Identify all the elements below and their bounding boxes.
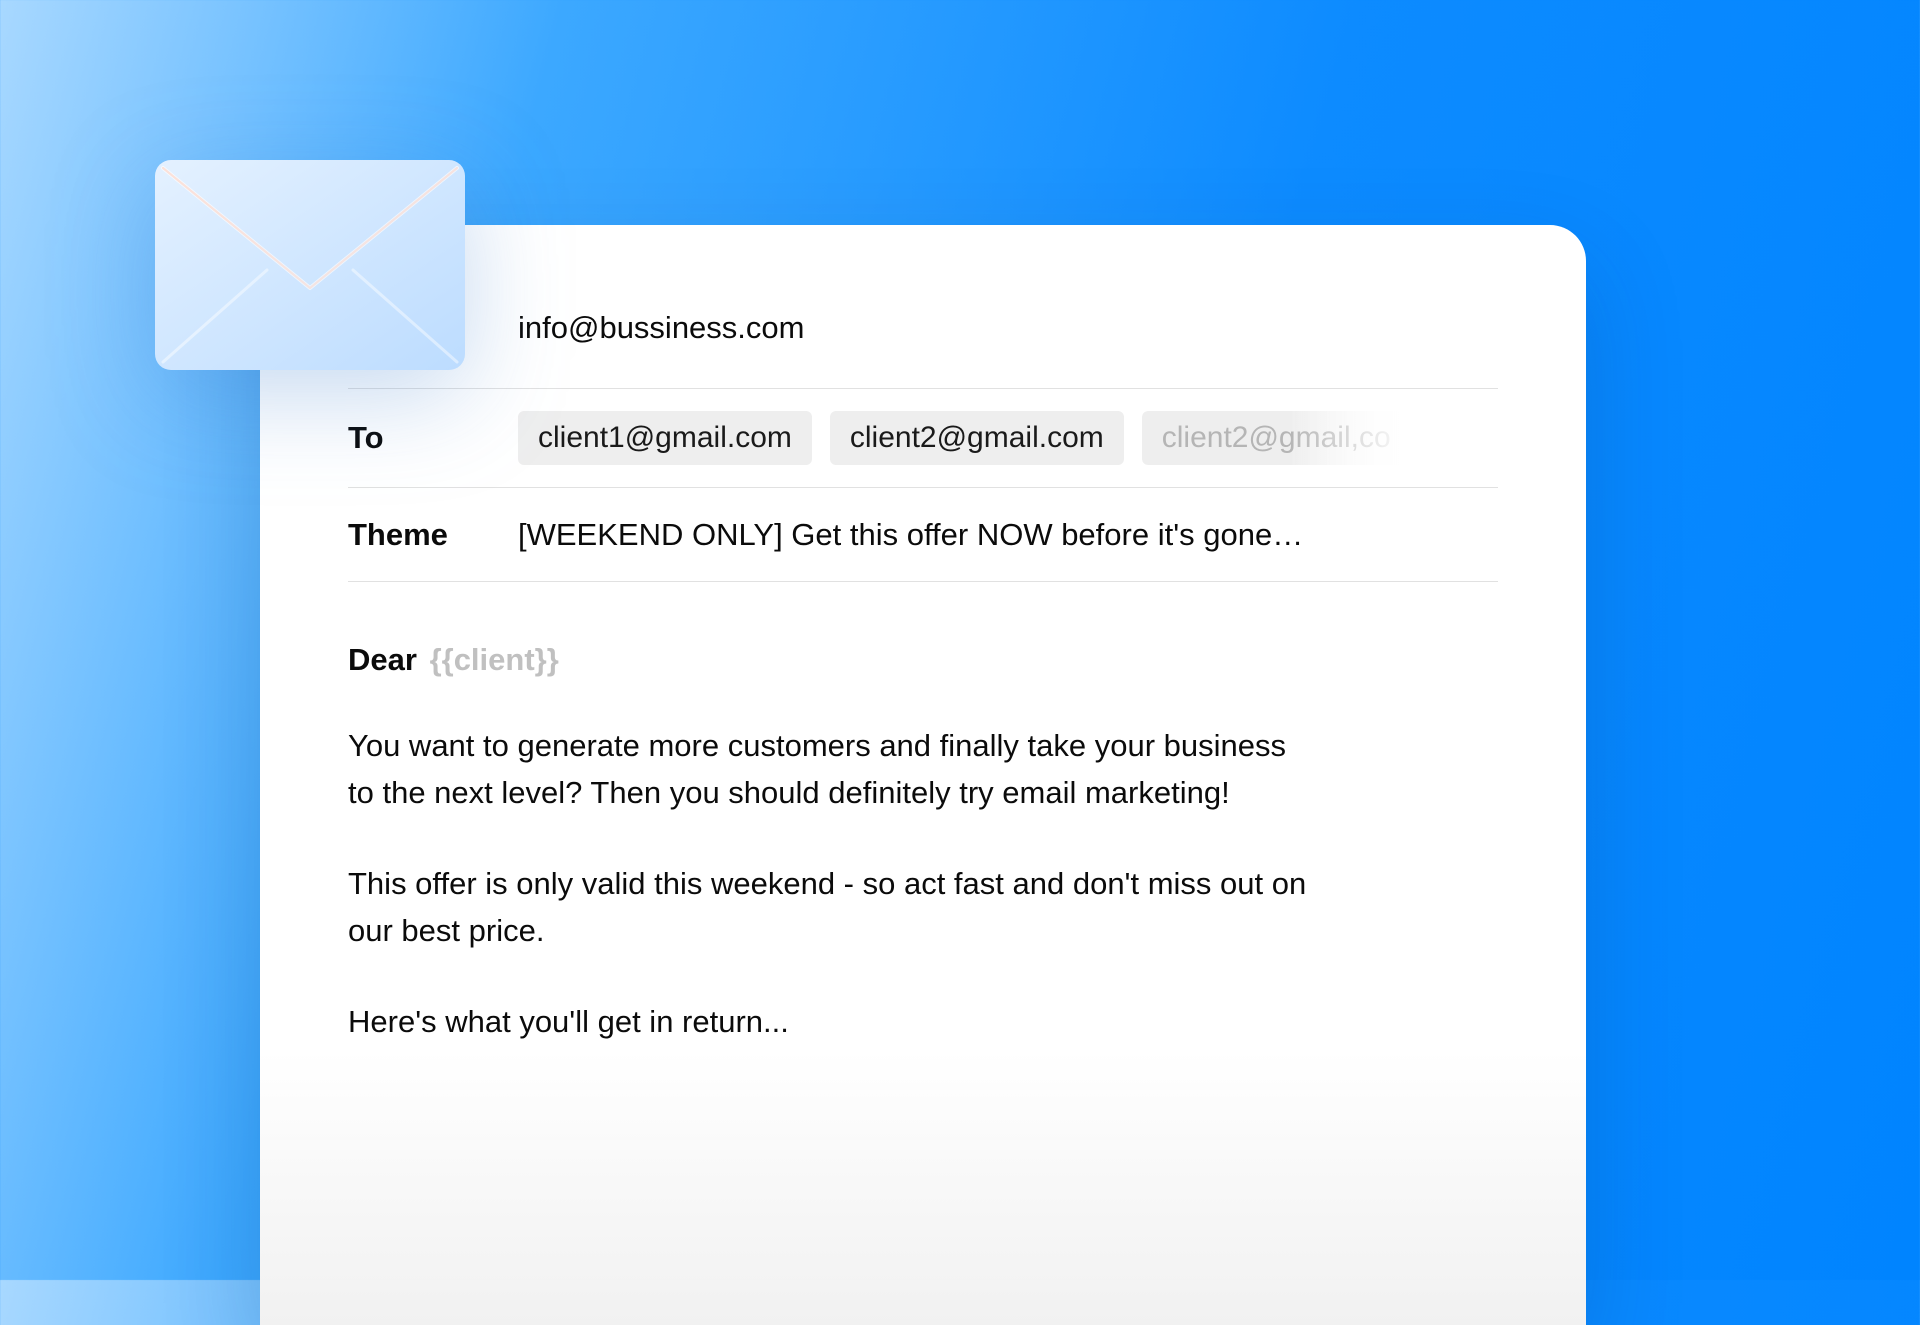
email-body[interactable]: Dear {{client}} You want to generate mor… xyxy=(348,582,1498,1046)
body-paragraph: Here's what you'll get in return... xyxy=(348,998,1318,1045)
salutation-prefix: Dear xyxy=(348,642,417,677)
subject-value[interactable]: [WEEKEND ONLY] Get this offer NOW before… xyxy=(518,517,1498,553)
recipient-chip[interactable]: client1@gmail.com xyxy=(518,411,812,465)
to-label: To xyxy=(348,420,518,456)
theme-label: Theme xyxy=(348,517,518,553)
compose-card: info@bussiness.com To client1@gmail.com … xyxy=(260,225,1586,1325)
body-paragraph: You want to generate more customers and … xyxy=(348,722,1318,816)
recipient-chip-overflow[interactable]: client2@gmail,co xyxy=(1142,411,1411,465)
recipient-chips: client1@gmail.com client2@gmail.com clie… xyxy=(518,411,1411,465)
recipient-chip[interactable]: client2@gmail.com xyxy=(830,411,1124,465)
envelope-icon xyxy=(155,160,465,370)
body-paragraph: This offer is only valid this weekend - … xyxy=(348,860,1318,954)
to-row[interactable]: To client1@gmail.com client2@gmail.com c… xyxy=(348,389,1498,488)
theme-row[interactable]: Theme [WEEKEND ONLY] Get this offer NOW … xyxy=(348,488,1498,582)
salutation: Dear {{client}} xyxy=(348,642,1318,678)
from-address: info@bussiness.com xyxy=(518,310,1498,346)
merge-tag-client[interactable]: {{client}} xyxy=(430,642,559,677)
from-row: info@bussiness.com xyxy=(348,295,1498,389)
